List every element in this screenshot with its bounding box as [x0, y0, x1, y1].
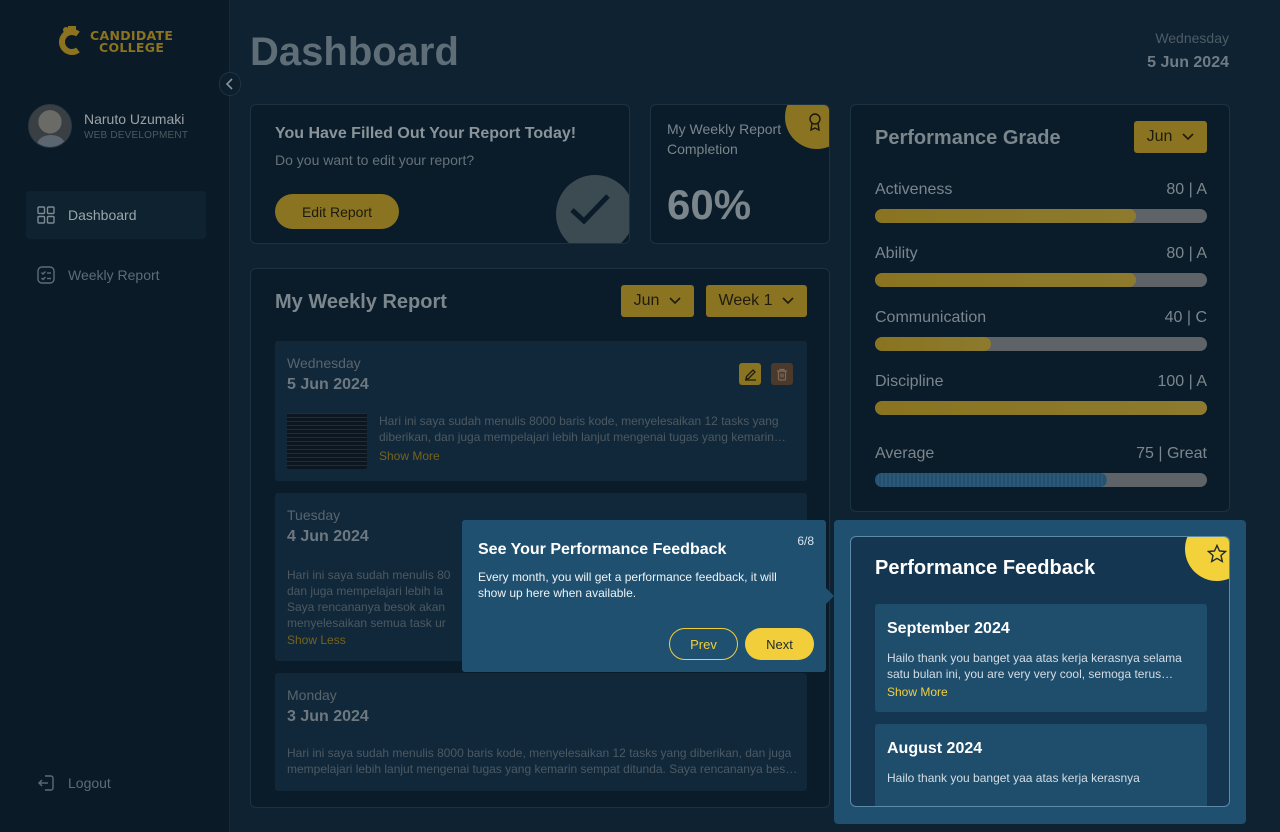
user-profile[interactable]: Naruto Uzumaki WEB DEVELOPMENT: [28, 104, 188, 148]
report-date: 3 Jun 2024: [287, 708, 369, 725]
show-less-link[interactable]: Show Less: [287, 633, 346, 647]
checklist-icon: [37, 266, 55, 284]
progress-fill: [875, 401, 1207, 415]
week-select-value: Week 1: [718, 292, 773, 309]
edit-report-icon[interactable]: [739, 363, 761, 385]
tour-title: See Your Performance Feedback: [478, 541, 727, 558]
metric-label: Ability: [875, 245, 918, 262]
sidebar-item-weekly-report[interactable]: Weekly Report: [26, 251, 206, 299]
logo-c-icon: [59, 26, 80, 55]
grid-icon: [37, 206, 55, 224]
report-day: Monday: [287, 687, 337, 703]
week-select[interactable]: Week 1: [706, 285, 807, 317]
grade-month-select[interactable]: Jun: [1134, 121, 1207, 153]
user-role: WEB DEVELOPMENT: [84, 130, 189, 141]
logout-icon: [38, 775, 54, 791]
weekly-completion-card: My Weekly Report Completion 60%: [650, 104, 830, 244]
delete-report-icon[interactable]: [771, 363, 793, 385]
metric-ability: Ability 80 | A: [875, 245, 1207, 287]
chevron-down-icon: [782, 297, 795, 305]
report-day: Tuesday: [287, 507, 341, 523]
tour-tooltip: See Your Performance Feedback 6/8 Every …: [462, 520, 834, 672]
completion-value: 60%: [667, 181, 752, 228]
metric-communication: Communication 40 | C: [875, 309, 1207, 351]
tour-prev-button[interactable]: Prev: [669, 628, 738, 660]
report-date: 5 Jun 2024: [287, 376, 369, 393]
progress-fill: [875, 337, 992, 351]
metric-average: Average 75 | Great: [875, 445, 1207, 487]
sidebar-item-dashboard[interactable]: Dashboard: [26, 191, 206, 239]
current-date: Wednesday 5 Jun 2024: [1147, 30, 1229, 72]
sidebar-collapse-button[interactable]: [219, 72, 241, 96]
chevron-down-icon: [669, 297, 681, 305]
report-thumbnail: [287, 413, 367, 469]
checkmark-icon: [556, 175, 629, 243]
metric-label: Activeness: [875, 181, 953, 198]
progress-bar: [875, 273, 1207, 287]
page-title: Dashboard: [250, 30, 459, 74]
progress-bar: [875, 337, 1207, 351]
metric-label: Communication: [875, 309, 987, 326]
date-value: 5 Jun 2024: [1147, 54, 1229, 71]
month-select[interactable]: Jun: [621, 285, 694, 317]
performance-feedback-title: Performance Feedback: [875, 557, 1096, 579]
report-text: Hari ini saya sudah menulis 8000 baris k…: [287, 746, 798, 776]
weekly-report-title: My Weekly Report: [275, 291, 447, 313]
feedback-month: August 2024: [887, 740, 983, 757]
brand-logo[interactable]: CANDIDATE COLLEGE: [56, 24, 173, 60]
metric-value: 100 | A: [1157, 373, 1207, 390]
progress-fill: [875, 273, 1136, 287]
edit-report-button[interactable]: Edit Report: [275, 194, 399, 229]
user-name: Naruto Uzumaki: [84, 111, 185, 127]
sidebar-item-label: Dashboard: [68, 207, 137, 223]
report-today-card: You Have Filled Out Your Report Today! D…: [250, 104, 630, 244]
tour-next-button[interactable]: Next: [745, 628, 814, 660]
performance-feedback-card: Performance Feedback September 2024 Hail…: [850, 536, 1230, 807]
logout-label: Logout: [68, 775, 111, 791]
metric-value: 40 | C: [1164, 309, 1207, 326]
report-today-title: You Have Filled Out Your Report Today!: [275, 125, 577, 142]
feedback-month: September 2024: [887, 620, 1010, 637]
progress-fill: [875, 209, 1136, 223]
progress-fill: [875, 473, 1108, 487]
metric-value: 80 | A: [1166, 245, 1207, 262]
completion-title: My Weekly Report Completion: [667, 121, 782, 157]
progress-bar: [875, 401, 1207, 415]
performance-grade-card: Performance Grade Jun Activeness 80 | A …: [850, 104, 1230, 512]
feedback-text: Hailo thank you banget yaa atas kerja ke…: [887, 651, 1182, 681]
feedback-entry[interactable]: August 2024 Hailo thank you banget yaa a…: [875, 724, 1207, 806]
month-select-value: Jun: [633, 292, 660, 309]
metric-activeness: Activeness 80 | A: [875, 181, 1207, 223]
tour-body: Every month, you will get a performance …: [478, 570, 777, 600]
show-more-link[interactable]: Show More: [379, 449, 440, 463]
report-entry[interactable]: Wednesday 5 Jun 2024 Hari ini saya sudah…: [275, 341, 807, 481]
report-date: 4 Jun 2024: [287, 528, 369, 545]
progress-bar: [875, 473, 1207, 487]
grade-month-value: Jun: [1146, 128, 1173, 145]
brand-name: CANDIDATE COLLEGE: [90, 28, 174, 55]
feedback-entry[interactable]: September 2024 Hailo thank you banget ya…: [875, 604, 1207, 712]
tour-step-counter: 6/8: [797, 534, 814, 548]
date-day: Wednesday: [1155, 30, 1229, 46]
report-day: Wednesday: [287, 355, 361, 371]
avatar: [28, 104, 72, 148]
performance-grade-title: Performance Grade: [875, 127, 1061, 149]
report-today-subtitle: Do you want to edit your report?: [275, 152, 475, 168]
sidebar-item-label: Weekly Report: [68, 267, 160, 283]
chevron-left-icon: [225, 78, 233, 90]
feedback-text: Hailo thank you banget yaa atas kerja ke…: [887, 771, 1140, 785]
show-more-link[interactable]: Show More: [887, 685, 948, 699]
chevron-down-icon: [1182, 133, 1194, 141]
metric-value: 75 | Great: [1136, 445, 1207, 462]
report-text: Hari ini saya sudah menulis 80 dan juga …: [287, 568, 451, 630]
logout-button[interactable]: Logout: [26, 759, 206, 807]
metric-value: 80 | A: [1166, 181, 1207, 198]
report-text: Hari ini saya sudah menulis 8000 baris k…: [379, 414, 779, 444]
metric-discipline: Discipline 100 | A: [875, 373, 1207, 415]
sidebar: CANDIDATE COLLEGE Naruto Uzumaki WEB DEV…: [0, 0, 230, 832]
star-icon: [1185, 537, 1229, 581]
report-entry[interactable]: Monday 3 Jun 2024 Hari ini saya sudah me…: [275, 673, 807, 791]
progress-bar: [875, 209, 1207, 223]
